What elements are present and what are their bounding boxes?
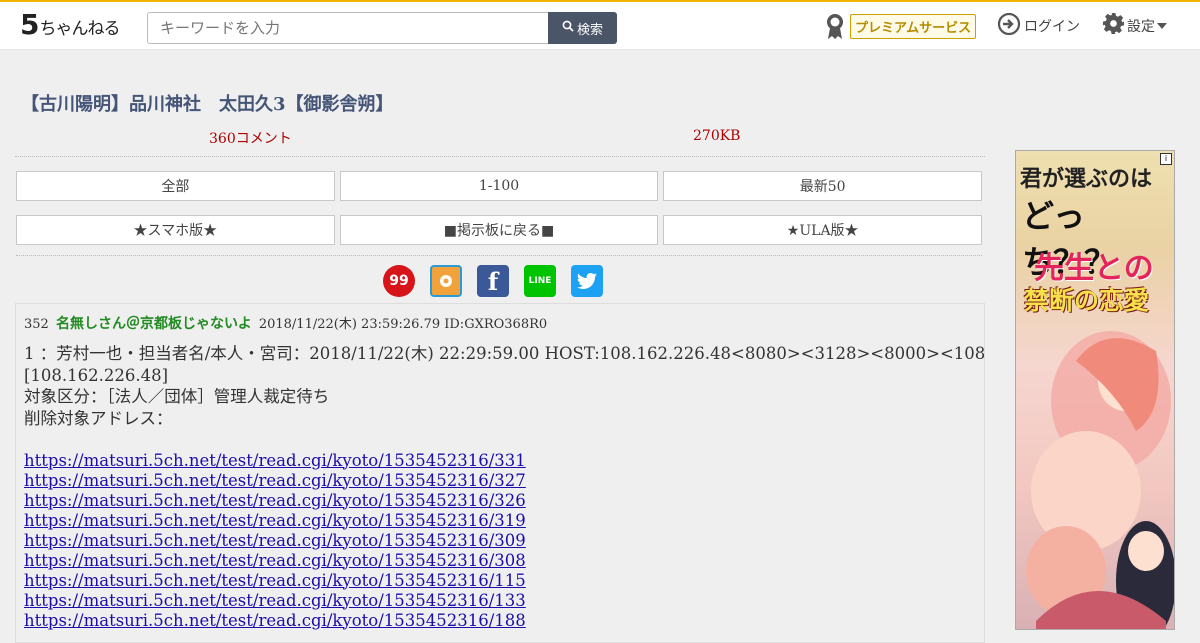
poster-name: 名無しさん＠京都板じゃないよ [55,316,252,332]
poster-id[interactable]: ID:GXRO368R0 [444,317,547,332]
chevron-down-icon [1157,18,1167,34]
logo-number: 5 [20,8,40,41]
thread-title: 【古川陽明】品川神社 太田久3【御影舎朔】 [21,94,394,115]
settings-label: 設定 [1127,18,1155,35]
bookmark-app-icon[interactable] [430,265,462,297]
post-link[interactable]: https://matsuri.5ch.net/test/read.cgi/ky… [24,531,974,551]
search-button-label: 検索 [576,22,603,38]
line-icon[interactable]: LINE [524,265,556,297]
facebook-icon[interactable]: f [477,265,509,297]
thread-meta: 360コメント 270KB [15,126,985,157]
post-body: 1 ：芳村一也・担当者名/本人・宮司：2018/11/22(木) 22:29:5… [24,343,985,631]
view-mode-buttons: ★スマホ版★ ■掲示板に戻る■ ★ULA版★ [16,215,983,256]
login-icon [997,12,1021,40]
site-logo[interactable]: 5ちゃんねる [20,8,120,41]
post-link[interactable]: https://matsuri.5ch.net/test/read.cgi/ky… [24,551,974,571]
logo-text: ちゃんねる [39,19,120,39]
2ch-99-icon[interactable]: 99 [383,265,415,297]
post-link[interactable]: https://matsuri.5ch.net/test/read.cgi/ky… [24,471,974,491]
post-line: [108.162.226.48] [24,365,169,385]
sidebar-advertisement[interactable]: i 君が選ぶのは どっち？？ 先生との 禁断の恋愛 [1015,150,1175,630]
post-number[interactable]: 352 [24,317,49,332]
post-352: 352 名無しさん＠京都板じゃないよ 2018/11/22(木) 23:59:2… [15,303,985,643]
post-line: 削除対象アドレス： [24,408,173,428]
search-button[interactable]: 検索 [548,12,617,44]
search-input[interactable] [147,12,549,44]
premium-service-label: プレミアムサービス [850,13,977,39]
back-to-board-button[interactable]: ■掲示板に戻る■ [339,215,659,245]
thread-size: 270KB [693,128,741,144]
read-range-buttons: 全部 1-100 最新50 [16,171,983,201]
post-header: 352 名無しさん＠京都板じゃないよ 2018/11/22(木) 23:59:2… [24,313,547,333]
ad-illustration [1026,331,1174,629]
ad-headline-1: 君が選ぶのは [1020,167,1153,192]
show-latest-50-button[interactable]: 最新50 [663,171,983,201]
twitter-icon[interactable] [571,265,603,297]
comment-count: 360コメント [209,131,292,147]
ad-headline-4: 禁断の恋愛 [1024,286,1150,315]
post-link[interactable]: https://matsuri.5ch.net/test/read.cgi/ky… [24,451,974,471]
show-all-button[interactable]: 全部 [16,171,335,201]
share-buttons: 99 f LINE [383,265,603,297]
post-line: 対象区分：［法人／団体］管理人裁定待ち [24,387,330,406]
ad-info-icon[interactable]: i [1160,153,1172,165]
settings-menu[interactable]: 設定 [1102,12,1167,39]
login-label: ログイン [1024,19,1080,35]
award-ribbon-icon [824,12,846,40]
login-link[interactable]: ログイン [997,12,1080,40]
post-link[interactable]: https://matsuri.5ch.net/test/read.cgi/ky… [24,571,974,591]
post-line: 1 ：芳村一也・担当者名/本人・宮司：2018/11/22(木) 22:29:5… [24,344,985,363]
smartphone-version-button[interactable]: ★スマホ版★ [16,215,335,245]
post-link[interactable]: https://matsuri.5ch.net/test/read.cgi/ky… [24,611,974,631]
premium-service-link[interactable]: プレミアムサービス [824,12,977,40]
post-link[interactable]: https://matsuri.5ch.net/test/read.cgi/ky… [24,591,974,611]
post-link[interactable]: https://matsuri.5ch.net/test/read.cgi/ky… [24,491,974,511]
gear-icon [1102,12,1125,39]
search-icon [562,20,574,36]
post-link[interactable]: https://matsuri.5ch.net/test/read.cgi/ky… [24,511,974,531]
post-line [24,429,974,451]
post-date: 2018/11/22(木) 23:59:26.79 [258,317,441,332]
show-1-100-button[interactable]: 1-100 [339,171,659,201]
top-navigation-bar: 5ちゃんねる 検索 プレミアムサービス ログイン 設定 [0,0,1200,50]
ula-version-button[interactable]: ★ULA版★ [663,215,983,245]
